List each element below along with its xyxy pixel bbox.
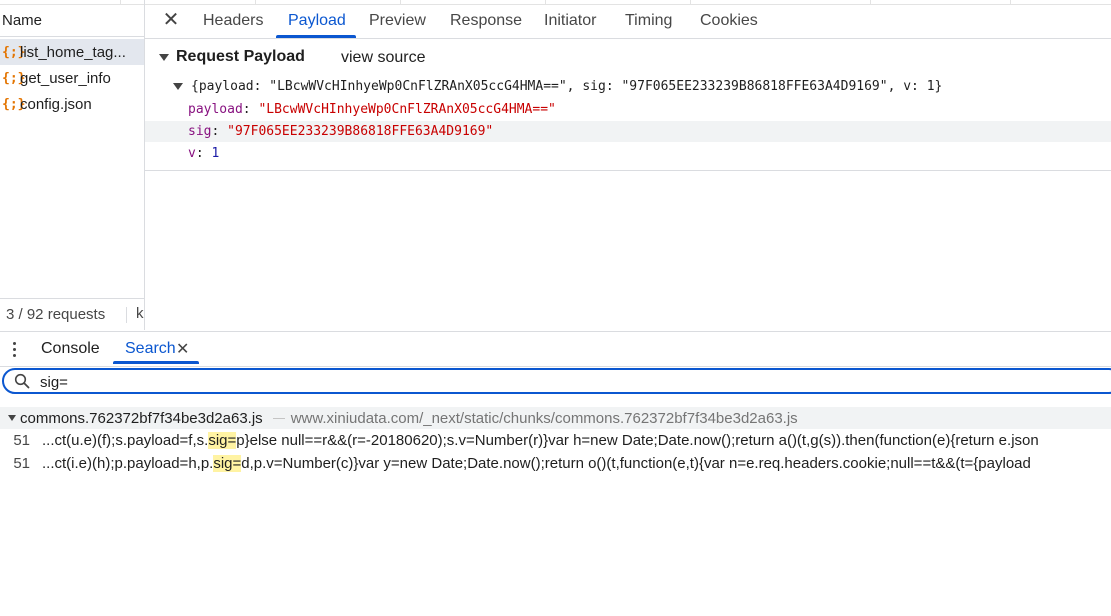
search-match-row[interactable]: 51 ...ct(u.e)(f);s.payload=f,s. sig= p}els…: [0, 429, 1111, 452]
request-row[interactable]: {;} config.json: [0, 91, 144, 117]
transfer-size: k: [136, 305, 144, 322]
match-after: p}else null==r&&(r=-20180620);s.v=Number…: [236, 432, 1039, 449]
search-icon: [14, 373, 30, 389]
result-file-url: www.xiniudata.com/_next/static/chunks/co…: [290, 409, 798, 427]
property-value: 1: [211, 146, 220, 161]
payload-property: sig: "97F065EE233239B86818FFE63A4D9169": [145, 121, 1111, 142]
search-input[interactable]: [38, 371, 442, 393]
request-name: get_user_info: [20, 69, 111, 87]
match-before: ...ct(u.e)(f);s.payload=f,s.: [42, 432, 209, 449]
property-key: v: [188, 146, 196, 161]
request-name: list_home_tag...: [20, 43, 126, 61]
line-number: 51: [13, 432, 30, 449]
name-column-header[interactable]: Name: [0, 5, 144, 37]
property-key: payload: [188, 102, 243, 117]
result-file-name: commons.762372bf7f34be3d2a63.js: [20, 409, 263, 427]
json-file-icon: {;}: [2, 70, 26, 86]
close-icon[interactable]: ✕: [159, 8, 183, 32]
json-file-icon: {;}: [2, 96, 26, 112]
expand-arrow-icon[interactable]: [8, 415, 16, 421]
payload-summary[interactable]: {payload: "LBcwWVcHInhyeWp0CnFlZRAnX05cc…: [173, 79, 942, 94]
request-count: 3 / 92 requests: [6, 305, 106, 323]
expand-arrow-icon[interactable]: [173, 83, 183, 90]
match-highlight: sig=: [213, 455, 242, 472]
tab-preview[interactable]: Preview: [369, 12, 426, 30]
match-highlight: sig=: [208, 432, 237, 449]
request-row[interactable]: {;} list_home_tag...: [0, 39, 144, 65]
tab-payload[interactable]: Payload: [288, 12, 346, 30]
request-row[interactable]: {;} get_user_info: [0, 65, 144, 91]
active-tab-indicator: [113, 361, 199, 364]
tab-timing[interactable]: Timing: [625, 12, 672, 30]
line-number: 51: [13, 455, 30, 472]
match-after: d,p.v=Number(c)}var y=new Date;Date.now(…: [241, 455, 1031, 472]
tab-response[interactable]: Response: [450, 12, 522, 30]
request-list: Name {;} list_home_tag... {;} get_user_i…: [0, 0, 145, 330]
search-field[interactable]: [2, 368, 1111, 394]
request-name: config.json: [20, 95, 92, 113]
divider: [126, 307, 127, 323]
tab-cookies[interactable]: Cookies: [700, 12, 758, 30]
property-value: "LBcwWVcHInhyeWp0CnFlZRAnX05ccG4HMA==": [258, 102, 556, 117]
divider: [272, 417, 285, 419]
property-key: sig: [188, 124, 212, 139]
request-payload-header[interactable]: Request Payload: [159, 48, 305, 66]
json-file-icon: {;}: [2, 44, 26, 60]
drawer-tabbar: Console Search ✕: [0, 331, 1111, 367]
status-bar: 3 / 92 requests k: [0, 298, 145, 329]
view-source-link[interactable]: view source: [341, 49, 425, 67]
search-result-file[interactable]: commons.762372bf7f34be3d2a63.js www.xini…: [0, 407, 1111, 429]
network-panel: Name {;} list_home_tag... {;} get_user_i…: [0, 0, 1111, 330]
more-options-icon[interactable]: [8, 339, 20, 359]
payload-panel: Request Payload view source {payload: "L…: [145, 39, 1111, 171]
tab-headers[interactable]: Headers: [203, 12, 263, 30]
close-icon[interactable]: ✕: [176, 339, 189, 359]
expand-arrow-icon[interactable]: [159, 53, 169, 61]
payload-property: payload: "LBcwWVcHInhyeWp0CnFlZRAnX05ccG…: [188, 102, 556, 117]
payload-property: v: 1: [188, 146, 220, 161]
search-match-row[interactable]: 51 ...ct(i.e)(h);p.payload=h,p. sig= d,p.v…: [0, 452, 1111, 475]
tab-console[interactable]: Console: [41, 340, 100, 358]
tab-initiator[interactable]: Initiator: [544, 12, 596, 30]
active-tab-indicator: [276, 35, 356, 38]
tab-search[interactable]: Search: [125, 340, 176, 358]
section-title: Request Payload: [176, 48, 305, 65]
property-value: "97F065EE233239B86818FFE63A4D9169": [227, 124, 494, 139]
detail-tabbar: ✕ Headers Payload Preview Response Initi…: [145, 5, 1111, 39]
payload-summary-text: {payload: "LBcwWVcHInhyeWp0CnFlZRAnX05cc…: [191, 79, 943, 94]
match-before: ...ct(i.e)(h);p.payload=h,p.: [42, 455, 214, 472]
